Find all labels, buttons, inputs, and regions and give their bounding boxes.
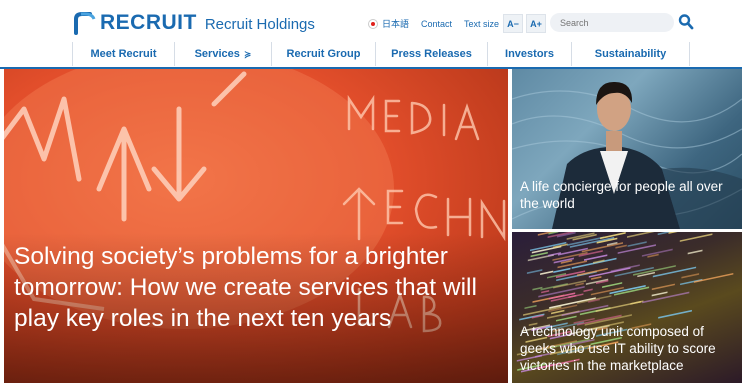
feature-card-technology-unit[interactable]: A technology unit composed of geeks who … <box>512 232 742 383</box>
nav-item-label: Investors <box>505 48 554 60</box>
hero-title: Solving society’s problems for a brighte… <box>14 243 477 332</box>
language-link[interactable]: 日本語 <box>368 17 409 30</box>
nav-item-recruit-group[interactable]: Recruit Group <box>272 42 376 66</box>
recruit-logo-icon <box>74 12 96 35</box>
logo[interactable]: RECRUIT Recruit Holdings <box>72 10 315 36</box>
nav-item-sustainability[interactable]: Sustainability <box>572 42 690 66</box>
nav-item-label: Recruit Group <box>286 48 361 60</box>
card-title: A life concierge for people all over the… <box>520 179 723 211</box>
nav-item-label: Services <box>194 48 240 60</box>
chevron-down-icon: ≽ <box>243 48 252 59</box>
card-title: A technology unit composed of geeks who … <box>520 324 716 373</box>
nav-item-label: Meet Recruit <box>90 48 157 60</box>
site-header: RECRUIT Recruit Holdings 日本語 Contact Tex… <box>0 0 742 68</box>
text-size-larger-button[interactable]: A+ <box>526 14 547 33</box>
logo-subtitle: Recruit Holdings <box>204 16 315 33</box>
japan-flag-icon <box>368 18 378 29</box>
main-nav: Meet Recruit Services ≽ Recruit Group Pr… <box>72 42 690 66</box>
nav-item-meet-recruit[interactable]: Meet Recruit <box>72 42 175 66</box>
language-label: 日本語 <box>382 19 410 29</box>
feature-card-life-concierge[interactable]: A life concierge for people all over the… <box>512 69 742 229</box>
nav-item-investors[interactable]: Investors <box>488 42 572 66</box>
nav-item-services[interactable]: Services ≽ <box>175 42 272 66</box>
utility-bar: 日本語 Contact Text size A− A+ <box>368 14 549 33</box>
nav-item-label: Press Releases <box>391 48 472 60</box>
search-input[interactable] <box>550 13 674 32</box>
contact-link[interactable]: Contact <box>421 19 452 29</box>
text-size-smaller-button[interactable]: A− <box>503 14 524 33</box>
nav-item-label: Sustainability <box>594 48 667 60</box>
search-icon[interactable] <box>678 13 694 31</box>
nav-item-press-releases[interactable]: Press Releases <box>376 42 488 66</box>
text-size-label: Text size <box>464 18 500 29</box>
logo-text: RECRUIT <box>100 11 197 34</box>
hero-feature[interactable]: Solving society’s problems for a brighte… <box>4 69 508 383</box>
